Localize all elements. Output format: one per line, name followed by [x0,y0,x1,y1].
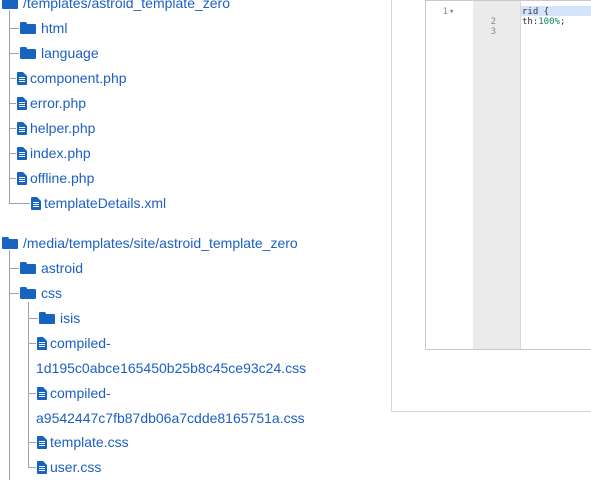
tree-root-label: /templates/astroid_template_zero [23,0,230,11]
fold-marker-icon[interactable]: ▾ [449,7,459,17]
folder-icon [20,287,36,299]
tree-item-compiled-2-label-cont[interactable]: a9542447c7fb87db06a7cdde8165751a.css [36,408,305,428]
tree-item-html[interactable]: html [20,18,67,38]
file-icon [37,460,47,474]
tree-item-index-php[interactable]: index.php [17,143,91,163]
tree-item-label: template.css [50,434,129,450]
folder-icon [20,262,36,274]
tree-item-label: compiled- [50,385,111,401]
tree-item-label: compiled- [50,335,111,351]
file-tree: /templates/astroid_template_zero html la… [0,0,390,480]
tree-item-label: offline.php [30,170,95,186]
tree-item-label: component.php [30,70,127,86]
line-number: 2 [490,17,496,27]
file-icon [17,121,27,135]
tree-item-astroid[interactable]: astroid [20,258,83,278]
tree-item-error-php[interactable]: error.php [17,93,86,113]
tree-item-component-php[interactable]: component.php [17,68,127,88]
tree-item-templatedetails-xml[interactable]: templateDetails.xml [31,193,166,213]
line-number: 1 [442,7,448,17]
tree-root-label: /media/templates/site/astroid_template_z… [23,235,298,251]
file-icon [37,435,47,449]
code-text: ; [559,17,566,27]
tree-item-label: error.php [30,95,87,111]
code-editor[interactable]: 1 ▾ 2 3 rid { th:100%; [425,0,591,350]
file-icon [31,196,41,210]
tree-item-css[interactable]: css [20,283,62,303]
tree-item-label: isis [60,310,81,326]
line-number: 3 [490,27,496,37]
file-icon [37,386,47,400]
tree-item-compiled-2[interactable]: compiled- [37,383,111,403]
tree-item-label: 1d195c0abce165450b25b8c45ce93c24.css [36,360,307,376]
tree-item-offline-php[interactable]: offline.php [17,168,94,188]
tree-item-template-css[interactable]: template.css [37,432,129,452]
tree-item-helper-php[interactable]: helper.php [17,118,95,138]
folder-icon [39,312,55,324]
code-text: th: [522,17,539,27]
tree-root-media[interactable]: /media/templates/site/astroid_template_z… [2,233,298,253]
tree-item-isis[interactable]: isis [39,308,80,328]
file-icon [17,171,27,185]
file-icon [17,146,27,160]
tree-item-label: language [41,45,99,61]
folder-icon [20,22,36,34]
code-number: 100% [538,17,560,27]
tree-item-label: templateDetails.xml [44,195,167,211]
tree-item-label: index.php [30,145,91,161]
tree-item-compiled-1-label-cont[interactable]: 1d195c0abce165450b25b8c45ce93c24.css [36,358,306,378]
file-icon [17,71,27,85]
fold-gutter: 1 ▾ [426,1,473,349]
code-line-2: th:100%; [522,17,565,27]
code-text: rid { [522,7,550,17]
tree-item-label: a9542447c7fb87db06a7cdde8165751a.css [36,410,305,426]
tree-item-label: html [41,20,68,36]
folder-icon [2,237,18,249]
folder-icon [20,47,36,59]
tree-item-label: helper.php [30,120,96,136]
tree-item-language[interactable]: language [20,43,99,63]
tree-item-label: user.css [50,459,102,475]
file-icon [37,336,47,350]
folder-icon [2,0,18,9]
file-icon [17,96,27,110]
tree-item-label: css [41,285,62,301]
code-line-1: rid { [522,7,549,17]
tree-item-user-css[interactable]: user.css [37,457,101,477]
line-number-gutter: 2 3 [473,1,521,349]
tree-item-compiled-1[interactable]: compiled- [37,333,111,353]
tree-root-templates[interactable]: /templates/astroid_template_zero [2,0,230,13]
tree-item-label: astroid [41,260,84,276]
